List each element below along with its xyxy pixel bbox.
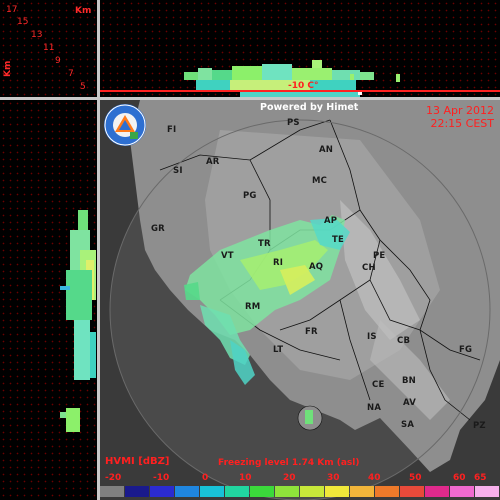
freezing-level-info: Freezing level 1.74 Km (asl): [218, 458, 360, 468]
colorbar-swatch: [425, 486, 449, 497]
city-label: FI: [167, 125, 177, 135]
km-tick: 7: [68, 69, 74, 79]
east-west-cross-section: [0, 100, 97, 500]
colorbar-swatch: [150, 486, 174, 497]
colorbar-label: -10: [153, 473, 170, 483]
city-label: AR: [206, 157, 220, 167]
city-label: FG: [459, 345, 473, 355]
city-label: LT: [273, 345, 284, 355]
radar-map[interactable]: Powered by Himet 13 Apr 2012 22:15 CEST …: [100, 100, 500, 500]
city-label: SA: [401, 420, 415, 430]
colorbar-label: 20: [283, 473, 296, 483]
city-label: BN: [402, 376, 416, 386]
city-label: CE: [372, 380, 385, 390]
km-unit-label: Km: [75, 6, 92, 16]
powered-by-label: Powered by Himet: [260, 102, 359, 113]
logo-emblem: [104, 104, 146, 146]
colorbar-label: 65: [474, 473, 487, 483]
km-tick: 17: [6, 5, 18, 15]
altitude-scale-panel: Km Km 17 15 13 11 9 7 5: [0, 0, 97, 97]
city-label: VT: [221, 251, 234, 261]
city-label: TR: [258, 239, 271, 249]
city-label: PZ: [473, 421, 486, 431]
city-label: PG: [243, 191, 257, 201]
colorbar-swatch: [275, 486, 299, 497]
colorbar-swatch: [325, 486, 349, 497]
colorbar-swatch: [475, 486, 499, 497]
km-tick: 15: [17, 17, 29, 27]
colorbar-label: 50: [409, 473, 422, 483]
city-label: IS: [367, 332, 377, 342]
colorbar-swatch: [300, 486, 324, 497]
cross-section-echo-left: [60, 210, 96, 432]
colorbar-label: 0: [202, 473, 209, 483]
km-tick: 13: [31, 30, 43, 40]
km-tick: 11: [43, 43, 55, 53]
city-label: RI: [273, 258, 284, 268]
colorbar-swatch: [250, 486, 274, 497]
colorbar-label: 60: [453, 473, 466, 483]
city-label: NA: [367, 403, 382, 413]
colorbar-swatch: [225, 486, 249, 497]
city-label: AQ: [309, 262, 324, 272]
colorbar-swatch: [125, 486, 149, 497]
city-label: MC: [312, 176, 328, 186]
north-south-cross-section: -10 C°: [100, 0, 500, 97]
km-tick: 9: [55, 56, 61, 66]
dbz-colorbar: [100, 484, 500, 500]
city-label: PS: [287, 118, 300, 128]
time-label: 22:15 CEST: [430, 117, 494, 130]
product-label: HVMI [dBZ]: [105, 456, 170, 467]
km-side-label: Km: [3, 60, 13, 77]
colorbar-label: -20: [105, 473, 122, 483]
timestamp: 13 Apr 2012 22:15 CEST: [426, 104, 494, 130]
colorbar-swatch: [175, 486, 199, 497]
city-label: PE: [373, 251, 386, 261]
protezione-civile-logo: [104, 104, 146, 146]
colorbar-swatch: [200, 486, 224, 497]
city-label: FR: [305, 327, 318, 337]
colorbar-label: 40: [368, 473, 381, 483]
city-label: CB: [397, 336, 411, 346]
colorbar-label: 10: [239, 473, 252, 483]
city-label: TE: [332, 235, 345, 245]
colorbar-swatch: [100, 486, 124, 497]
map-background: [100, 100, 500, 500]
freezing-level-label: -10 C°: [288, 81, 319, 91]
city-label: CH: [362, 263, 376, 273]
colorbar-swatch: [450, 486, 474, 497]
colorbar-swatch: [350, 486, 374, 497]
colorbar-label: 30: [327, 473, 340, 483]
city-label: GR: [151, 224, 165, 234]
km-tick: 5: [80, 82, 86, 92]
city-label: AN: [319, 145, 334, 155]
city-label: RM: [245, 302, 261, 312]
colorbar-swatch: [400, 486, 424, 497]
city-label: AV: [403, 398, 416, 408]
city-label: AP: [324, 216, 338, 226]
colorbar-swatch: [375, 486, 399, 497]
date-label: 13 Apr 2012: [425, 104, 494, 117]
city-label: SI: [173, 166, 183, 176]
